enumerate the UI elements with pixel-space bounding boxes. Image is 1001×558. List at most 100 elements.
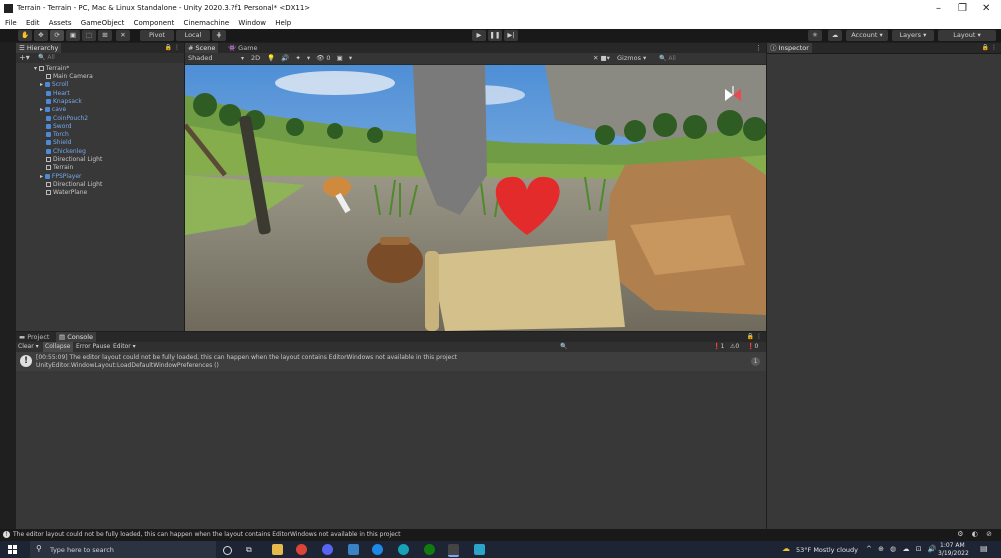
- unity-taskbar-icon[interactable]: [448, 544, 459, 557]
- hierarchy-item[interactable]: ▸ cave: [40, 106, 66, 114]
- mode-2d-toggle[interactable]: 2D: [251, 53, 260, 64]
- system-tray-icons[interactable]: ^ ⊕ ◍ ☁ ⊡ 🔊: [866, 545, 939, 553]
- add-object-icon[interactable]: +▾: [19, 53, 30, 63]
- hierarchy-item[interactable]: Heart: [46, 90, 70, 98]
- maximize-button[interactable]: ❐: [958, 3, 967, 14]
- hierarchy-item[interactable]: Torch: [46, 131, 69, 139]
- menu-edit[interactable]: Edit: [26, 18, 40, 28]
- tab-console[interactable]: ▤ Console: [56, 332, 97, 342]
- custom-tool-icon[interactable]: ✕: [116, 30, 130, 41]
- error-count-toggle[interactable]: ❗0: [747, 342, 758, 352]
- tools-icon[interactable]: ✕ ■▾: [593, 53, 610, 64]
- close-button[interactable]: ✕: [982, 3, 990, 14]
- collab-icon[interactable]: ✳: [808, 30, 822, 41]
- hierarchy-item-label: Shield: [53, 139, 72, 147]
- hierarchy-item[interactable]: ▸ FPSPlayer: [40, 173, 81, 181]
- hierarchy-search-input[interactable]: 🔍 All: [38, 53, 55, 63]
- xbox-icon[interactable]: [424, 544, 435, 555]
- console-search-input[interactable]: 🔍: [560, 342, 567, 352]
- hierarchy-item[interactable]: Terrain: [46, 164, 73, 172]
- status-icons[interactable]: ⚙ ◐ ⊘: [957, 530, 995, 538]
- shading-mode-dropdown[interactable]: Shaded: [188, 53, 212, 64]
- transform-tool-icon[interactable]: ⊞: [98, 30, 112, 41]
- task-view-icon[interactable]: ⧉: [246, 544, 257, 555]
- menu-cinemachine[interactable]: Cinemachine: [184, 18, 230, 28]
- tab-scene[interactable]: # Scene: [185, 43, 219, 53]
- app-blue-icon[interactable]: [372, 544, 383, 555]
- hierarchy-item[interactable]: Chickenleg: [46, 148, 86, 156]
- warn-count-toggle[interactable]: ⚠0: [730, 342, 739, 352]
- scene-view-toggles-icon[interactable]: 💡 🔊 ✦ ▾ 👁0 ▣ ▾: [267, 53, 354, 64]
- file-explorer-icon[interactable]: [272, 544, 283, 555]
- scale-tool-icon[interactable]: ▣: [66, 30, 80, 41]
- rotate-tool-icon[interactable]: ⟳: [50, 30, 64, 41]
- inspector-lock-icon[interactable]: 🔒 ⋮: [982, 43, 997, 53]
- hierarchy-search-bar: +▾ 🔍 All: [16, 53, 184, 63]
- layout-dropdown[interactable]: Layout ▾: [938, 30, 996, 41]
- error-pause-toggle[interactable]: Error Pause: [76, 342, 110, 352]
- pause-button-icon[interactable]: ❚❚: [488, 30, 502, 41]
- menu-help[interactable]: Help: [275, 18, 291, 28]
- menu-file[interactable]: File: [5, 18, 17, 28]
- hand-tool-icon[interactable]: ✋: [18, 30, 32, 41]
- hierarchy-item[interactable]: Knapsack: [46, 98, 82, 106]
- scene-menu-icon[interactable]: ⋮: [755, 43, 762, 53]
- pivot-toggle[interactable]: Pivot: [140, 30, 174, 41]
- clock-date[interactable]: 3/19/2022: [938, 550, 969, 557]
- hierarchy-item[interactable]: Directional Light: [46, 156, 102, 164]
- layout-label: Layout: [953, 31, 976, 39]
- scene-viewport[interactable]: [185, 65, 766, 331]
- status-message[interactable]: The editor layout could not be fully loa…: [13, 531, 400, 538]
- clock-time[interactable]: 1:07 AM: [940, 542, 965, 549]
- chrome-icon[interactable]: [296, 544, 307, 555]
- hierarchy-item[interactable]: WaterPlane: [46, 189, 87, 197]
- scene-search-input[interactable]: 🔍 All: [659, 53, 676, 64]
- tab-hierarchy[interactable]: ☰ Hierarchy: [16, 43, 62, 53]
- tab-inspector[interactable]: ⓘ Inspector: [767, 43, 812, 53]
- hierarchy-item[interactable]: Shield: [46, 139, 71, 147]
- grid-snap-icon[interactable]: ⋕: [212, 30, 226, 41]
- account-dropdown[interactable]: Account ▾: [846, 30, 888, 41]
- local-label: Local: [184, 31, 202, 39]
- step-button-icon[interactable]: ▶|: [504, 30, 518, 41]
- rect-tool-icon[interactable]: ⬚: [82, 30, 96, 41]
- cortana-icon[interactable]: [223, 546, 232, 555]
- play-button-icon[interactable]: ▶: [472, 30, 486, 41]
- menu-component[interactable]: Component: [134, 18, 175, 28]
- menu-assets[interactable]: Assets: [49, 18, 72, 28]
- clear-button[interactable]: Clear ▾: [18, 342, 39, 352]
- info-count-toggle[interactable]: ❗1: [713, 342, 724, 352]
- scene-root-item[interactable]: ▾ Terrain*: [34, 65, 69, 73]
- edge-icon[interactable]: [398, 544, 409, 555]
- move-tool-icon[interactable]: ✥: [34, 30, 48, 41]
- hierarchy-item[interactable]: CoinPouch2: [46, 115, 88, 123]
- hierarchy-item[interactable]: Main Camera: [46, 73, 93, 81]
- menu-window[interactable]: Window: [238, 18, 266, 28]
- notification-icon[interactable]: ▤: [980, 544, 988, 553]
- tab-project[interactable]: ▬ Project: [16, 332, 52, 342]
- vscode-icon[interactable]: [348, 544, 359, 555]
- hierarchy-item[interactable]: Directional Light: [46, 181, 102, 189]
- lock-icon[interactable]: 🔒 ⋮: [165, 43, 180, 53]
- local-toggle[interactable]: Local: [176, 30, 210, 41]
- tab-game[interactable]: 👾 Game: [225, 43, 261, 53]
- collapse-toggle[interactable]: Collapse: [43, 342, 73, 352]
- photos-icon[interactable]: [474, 544, 485, 555]
- console-panel: ▬ Project ▤ Console 🔒 ⋮ Clear ▾ Collapse…: [16, 332, 766, 529]
- gizmos-dropdown[interactable]: Gizmos ▾: [617, 53, 646, 64]
- discord-icon[interactable]: [322, 544, 333, 555]
- shading-dropdown-arrow-icon[interactable]: ▾: [241, 53, 244, 64]
- layers-dropdown[interactable]: Layers ▾: [892, 30, 934, 41]
- hierarchy-item[interactable]: Sword: [46, 123, 72, 131]
- windows-start-icon[interactable]: [8, 545, 18, 555]
- taskbar-search-input[interactable]: ⚲ Type here to search: [30, 541, 216, 558]
- console-menu-icon[interactable]: 🔒 ⋮: [747, 332, 762, 342]
- cloud-icon[interactable]: ☁: [828, 30, 842, 41]
- weather-text[interactable]: 53°F Mostly cloudy: [796, 546, 858, 554]
- minimize-button[interactable]: –: [936, 3, 941, 14]
- editor-dropdown[interactable]: Editor ▾: [113, 342, 136, 352]
- console-log-entry[interactable]: ! [00:55:09] The editor layout could not…: [16, 352, 766, 371]
- menu-gameobject[interactable]: GameObject: [81, 18, 125, 28]
- hierarchy-item[interactable]: ▸ Scroll: [40, 81, 68, 89]
- scene-render: [185, 65, 766, 331]
